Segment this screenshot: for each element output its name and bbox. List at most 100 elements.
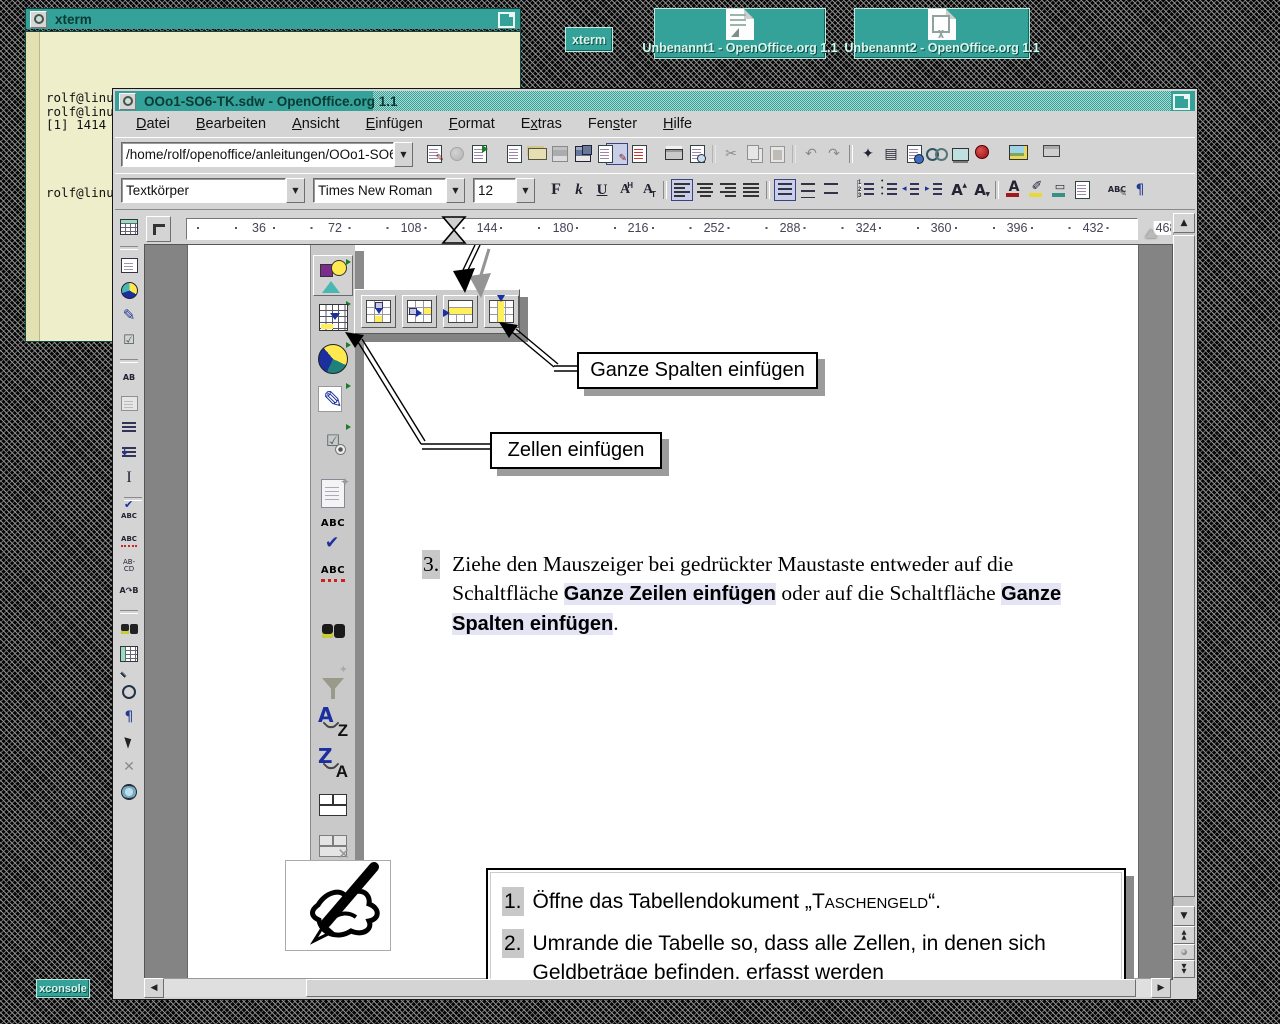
numbering-icon[interactable]: [118, 417, 140, 439]
numbered-list-button[interactable]: [854, 179, 876, 201]
align-justify-button[interactable]: [740, 179, 762, 201]
window-menu-button[interactable]: [119, 93, 136, 110]
thesaurus-icon[interactable]: A↷B: [118, 580, 140, 602]
url-combobox[interactable]: /home/rolf/openoffice/anleitungen/OOo1-S…: [121, 143, 413, 166]
highlighting-button[interactable]: [1026, 179, 1048, 201]
paragraph-marks-icon[interactable]: ¶: [1129, 179, 1151, 201]
gallery-icon[interactable]: [903, 143, 925, 165]
scroll-right-button[interactable]: ▶: [1151, 978, 1171, 998]
align-left-button[interactable]: [671, 179, 693, 201]
insert-graphics-icon[interactable]: [118, 279, 140, 301]
autospellcheck-icon[interactable]: ABC: [118, 530, 140, 552]
autotext-icon[interactable]: ABC: [1106, 179, 1128, 201]
callout-zellen[interactable]: Zellen einfügen: [490, 432, 662, 469]
bullet-list-button[interactable]: [877, 179, 899, 201]
window-menu-button[interactable]: [30, 11, 47, 28]
vscroll-thumb[interactable]: [1173, 235, 1195, 897]
menu-extras[interactable]: Extras: [508, 114, 575, 134]
scroll-down-button[interactable]: ▼: [1173, 906, 1195, 926]
nonprinting-chars-icon[interactable]: ¶: [118, 706, 140, 728]
new-from-template-icon[interactable]: [480, 143, 502, 165]
xterm-titlebar[interactable]: xterm: [26, 9, 520, 29]
form-functions-icon[interactable]: ☑: [118, 329, 140, 351]
print-icon[interactable]: [663, 143, 685, 165]
gallery-images-icon[interactable]: [1017, 143, 1039, 165]
font-color-button[interactable]: A: [1003, 179, 1025, 201]
open-icon[interactable]: [526, 143, 548, 165]
copy-icon[interactable]: [743, 143, 765, 165]
superscript-button[interactable]: A: [614, 179, 636, 201]
chevron-down-icon[interactable]: ▼: [446, 178, 465, 203]
font-size-down-button[interactable]: A: [969, 179, 991, 201]
tab-type-button[interactable]: [146, 216, 171, 242]
font-size-up-button[interactable]: A: [946, 179, 968, 201]
new-document-icon[interactable]: [503, 143, 525, 165]
edit-file-icon[interactable]: [606, 143, 628, 165]
document-view[interactable]: ✎☑✦ABCABCAZ: [144, 244, 1173, 980]
font-size-combobox[interactable]: 12 ▼: [473, 179, 535, 202]
writer-titlebar[interactable]: OOo1-SO6-TK.sdw - OpenOffice.org 1.1: [115, 91, 1195, 111]
hyphenation-icon[interactable]: AB- CD: [118, 555, 140, 577]
scroll-left-button[interactable]: ◀: [144, 978, 164, 998]
page-preview-icon[interactable]: [686, 143, 708, 165]
horizontal-scrollbar[interactable]: ◀ ▶: [144, 978, 1171, 997]
vscroll-track[interactable]: [1173, 233, 1195, 906]
line-spacing-1-button[interactable]: [774, 179, 796, 201]
task-frame[interactable]: 1. Öffne das Tabellendokument „Taschenge…: [486, 868, 1126, 980]
align-right-button[interactable]: [717, 179, 739, 201]
right-indent-marker[interactable]: [1145, 229, 1157, 238]
menu-datei[interactable]: Datei: [123, 114, 183, 134]
menu-format[interactable]: Format: [436, 114, 508, 134]
previous-page-button[interactable]: ▲ ▲: [1173, 926, 1195, 944]
navigation-button[interactable]: [1173, 944, 1195, 960]
minimized-xconsole[interactable]: xconsole: [36, 979, 90, 998]
line-spacing-15-button[interactable]: [797, 179, 819, 201]
minimized-xterm[interactable]: xterm: [565, 27, 613, 52]
next-page-button[interactable]: ▼ ▼: [1173, 960, 1195, 978]
zoom-icon[interactable]: [118, 681, 140, 703]
menu-fenster[interactable]: Fenster: [575, 114, 650, 134]
insert-table-icon[interactable]: [118, 216, 140, 238]
hyperlink-icon[interactable]: [926, 143, 948, 165]
save-all-icon[interactable]: [572, 143, 594, 165]
draw-functions-icon[interactable]: ✎: [118, 304, 140, 326]
undo-icon[interactable]: ↶: [800, 143, 822, 165]
online-layout-icon[interactable]: ✕: [118, 756, 140, 778]
web-icon[interactable]: [118, 781, 140, 803]
chevron-down-icon[interactable]: ▼: [394, 142, 413, 167]
minimized-unbenannt1[interactable]: Unbenannt1 - OpenOffice.org 1.1: [654, 8, 826, 59]
restore-icon[interactable]: [498, 12, 515, 28]
insert-frame-icon[interactable]: [118, 254, 140, 276]
online-layout-icon[interactable]: [949, 143, 971, 165]
navigator-icon[interactable]: ✦: [857, 143, 879, 165]
insert-object-icon[interactable]: [118, 392, 140, 414]
paragraph-style-combobox[interactable]: Textkörper ▼: [121, 179, 305, 202]
direct-cursor-icon[interactable]: I: [118, 467, 140, 489]
spellcheck-icon[interactable]: ABC: [118, 505, 140, 527]
stop-loading-icon[interactable]: [446, 143, 468, 165]
chevron-down-icon[interactable]: ▼: [516, 178, 535, 203]
stylist-icon[interactable]: ▤: [880, 143, 902, 165]
load-url-icon[interactable]: [423, 143, 445, 165]
menu-hilfe[interactable]: Hilfe: [650, 114, 705, 134]
find-icon[interactable]: [118, 618, 140, 640]
paragraph-dialog-icon[interactable]: [1083, 179, 1105, 201]
graphics-onoff-icon[interactable]: [118, 731, 140, 753]
decrease-indent-button[interactable]: [900, 179, 922, 201]
export-pdf-icon[interactable]: [640, 143, 662, 165]
align-center-button[interactable]: [694, 179, 716, 201]
bold-button[interactable]: F: [545, 179, 567, 201]
redo-icon[interactable]: ↷: [823, 143, 845, 165]
vertical-scrollbar[interactable]: ▲ ▼ ▲ ▲ ▼ ▼: [1173, 213, 1195, 978]
horizontal-ruler[interactable]: 3672108144180216252288324360396432468: [144, 213, 1171, 245]
increase-indent-button[interactable]: [923, 179, 945, 201]
url-field[interactable]: /home/rolf/openoffice/anleitungen/OOo1-S…: [121, 142, 394, 167]
menu-einfuegen[interactable]: Einfügen: [353, 114, 436, 134]
paste-icon[interactable]: [766, 143, 788, 165]
subscript-button[interactable]: A: [637, 179, 659, 201]
form-functions-icon[interactable]: [1051, 143, 1073, 165]
cut-icon[interactable]: ✂: [720, 143, 742, 165]
font-name-combobox[interactable]: Times New Roman ▼: [313, 179, 465, 202]
menu-bearbeiten[interactable]: Bearbeiten: [183, 114, 279, 134]
save-icon[interactable]: [549, 143, 571, 165]
